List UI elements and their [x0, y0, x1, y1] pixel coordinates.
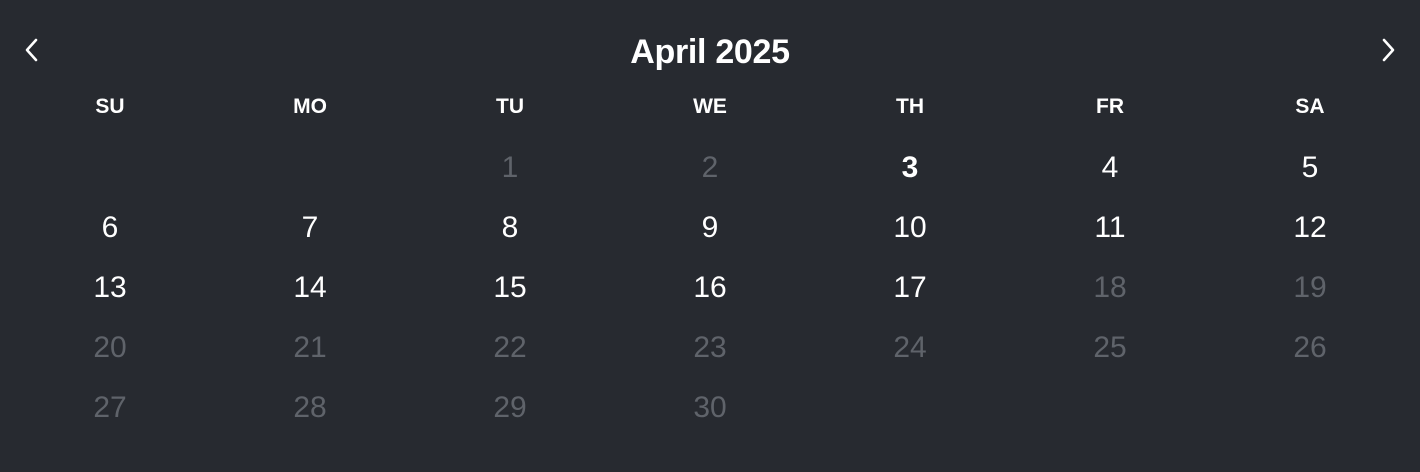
day-cell[interactable]: 6 — [10, 198, 210, 258]
day-cell[interactable]: 5 — [1210, 138, 1410, 198]
day-cell[interactable]: 7 — [210, 198, 410, 258]
weekday-label: SA — [1295, 95, 1325, 118]
weekday-label: WE — [693, 95, 727, 118]
empty-day-cell — [10, 138, 210, 198]
day-cell-disabled: 21 — [293, 331, 327, 364]
day-cell-disabled: 23 — [693, 331, 727, 364]
weekday-label: TU — [496, 95, 524, 118]
day-cell[interactable]: 16 — [610, 258, 810, 318]
weekday-header: SU MO TU WE TH FR SA — [10, 92, 1410, 122]
next-month-button[interactable] — [1372, 34, 1404, 66]
day-cell-disabled: 26 — [1293, 331, 1327, 364]
day-cell[interactable]: 4 — [1010, 138, 1210, 198]
day-cell-today[interactable]: 3 — [810, 138, 1010, 198]
day-cell-disabled: 27 — [93, 391, 127, 424]
empty-day-cell — [210, 138, 410, 198]
day-grid: 1 2 3 4 5 6 7 8 9 10 11 12 13 14 15 16 17 18 19 20 21 22 23 24 2… — [10, 138, 1410, 438]
day-cell[interactable]: 17 — [810, 258, 1010, 318]
empty-day-cell — [1210, 378, 1410, 438]
day-cell-disabled: 25 — [1093, 331, 1127, 364]
day-cell-disabled: 22 — [493, 331, 527, 364]
day-cell-disabled: 30 — [693, 391, 727, 424]
weekday-label: MO — [293, 95, 327, 118]
day-cell-disabled: 20 — [93, 331, 127, 364]
weekday-label: SU — [95, 95, 125, 118]
day-cell[interactable]: 13 — [10, 258, 210, 318]
empty-day-cell — [1010, 378, 1210, 438]
day-cell-disabled: 1 — [501, 151, 519, 184]
weekday-label: TH — [896, 95, 924, 118]
day-cell[interactable]: 11 — [1010, 198, 1210, 258]
chevron-right-icon — [1382, 38, 1395, 62]
day-cell[interactable]: 14 — [210, 258, 410, 318]
day-cell[interactable]: 12 — [1210, 198, 1410, 258]
day-cell-disabled: 29 — [493, 391, 527, 424]
day-cell-disabled: 28 — [293, 391, 327, 424]
weekday-label: FR — [1096, 95, 1124, 118]
day-cell[interactable]: 9 — [610, 198, 810, 258]
day-cell-disabled: 19 — [1293, 271, 1327, 304]
day-cell[interactable]: 8 — [410, 198, 610, 258]
day-cell[interactable]: 15 — [410, 258, 610, 318]
day-cell[interactable]: 10 — [810, 198, 1010, 258]
day-cell-disabled: 2 — [701, 151, 719, 184]
day-cell-disabled: 24 — [893, 331, 927, 364]
empty-day-cell — [810, 378, 1010, 438]
day-cell-disabled: 18 — [1093, 271, 1127, 304]
calendar-title: April 2025 — [630, 33, 790, 71]
